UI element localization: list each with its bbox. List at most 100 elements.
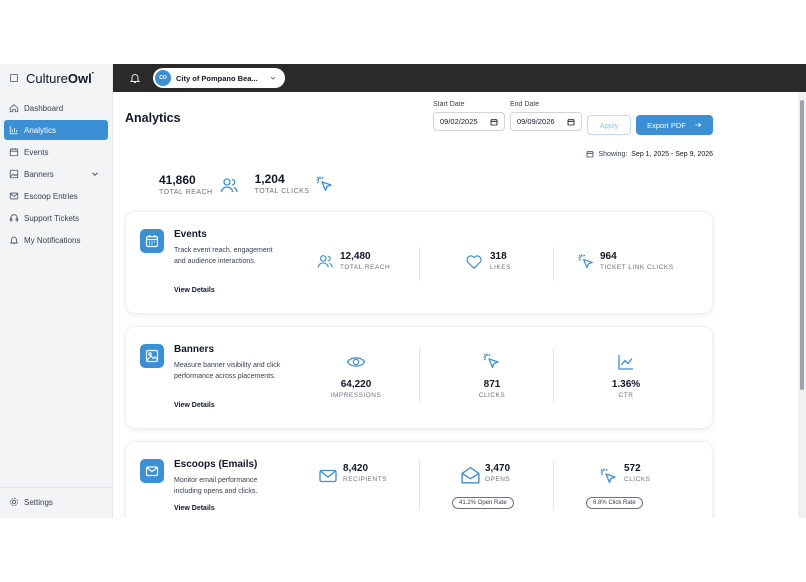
escoops-card: Escoops (Emails) Monitor email performan…	[125, 441, 713, 518]
end-date-value: 09/09/2026	[517, 117, 555, 126]
banners-card: Banners Measure banner visibility and cl…	[125, 326, 713, 429]
users-icon	[220, 178, 238, 193]
total-clicks-label: TOTAL CLICKS	[254, 188, 310, 195]
brand-name-bold: Owl	[67, 70, 92, 86]
events-card: Events Track event reach, engagement and…	[125, 211, 713, 314]
banners-clicks-metric: 871 CLICKS	[452, 379, 532, 399]
banners-impressions-metric: 64,220 IMPRESSIONS	[316, 379, 396, 399]
metric-value: 12,480	[340, 251, 371, 262]
open-rate-badge: 41.2% Open Rate	[452, 497, 514, 509]
sidebar-item-label: My Notifications	[24, 235, 81, 245]
sidebar-toggle-icon[interactable]	[10, 74, 18, 82]
escoops-clicks-metric: 572 CLICKS	[624, 463, 650, 483]
banners-view-details-link[interactable]: View Details	[174, 402, 215, 409]
end-date-group: End Date 09/09/2026	[510, 101, 582, 131]
chevron-down-icon[interactable]	[90, 169, 100, 179]
start-date-group: Start Date 09/02/2025	[433, 101, 505, 131]
sidebar-item-events[interactable]: Events	[4, 142, 108, 162]
metric-label: IMPRESSIONS	[330, 392, 382, 399]
events-ticket-clicks-metric: 964 TICKET LINK CLICKS	[600, 251, 674, 271]
notifications-bell-icon[interactable]	[129, 72, 141, 84]
banners-ctr-metric: 1.36% CTR	[586, 379, 666, 399]
escoops-view-details-link[interactable]: View Details	[174, 505, 215, 512]
metric-value: 64,220	[340, 379, 372, 390]
scrollbar-thumb[interactable]	[800, 100, 804, 390]
apply-button[interactable]: Apply	[587, 115, 631, 135]
export-pdf-button[interactable]: Export PDF	[636, 115, 713, 135]
calendar-icon	[145, 235, 159, 248]
metric-value: 318	[490, 251, 507, 262]
sidebar-item-banners[interactable]: Banners	[4, 164, 108, 184]
metric-value: 3,470	[485, 463, 511, 474]
events-reach-metric: 12,480 TOTAL REACH	[340, 251, 390, 271]
metric-divider	[553, 460, 554, 510]
org-avatar: CO	[155, 70, 171, 86]
banners-card-title: Banners	[174, 344, 215, 355]
metric-divider	[553, 247, 554, 281]
metric-value: 964	[600, 251, 617, 262]
metric-divider	[419, 247, 420, 281]
cursor-click-icon	[578, 254, 593, 269]
top-bar: CO City of Pompano Bea...	[113, 64, 806, 92]
arrow-right-icon	[695, 122, 702, 128]
metric-label: CLICKS	[624, 476, 651, 483]
metric-label: CLICKS	[478, 392, 506, 399]
metric-label: TICKET LINK CLICKS	[600, 264, 674, 271]
image-icon	[9, 169, 19, 179]
brand-logo: CultureOwl•	[26, 70, 94, 86]
bell-icon	[9, 236, 19, 245]
calendar-icon[interactable]	[567, 118, 575, 126]
sidebar-item-dashboard[interactable]: Dashboard	[4, 98, 108, 118]
home-icon	[9, 104, 19, 113]
main-scrollbar[interactable]	[798, 92, 806, 518]
sidebar-item-settings[interactable]: Settings	[4, 492, 109, 512]
sidebar-item-label: Escoop Entries	[24, 191, 78, 201]
summary-stats: 41,860 TOTAL REACH 1,204 TOTAL CLICKS	[159, 172, 334, 196]
sidebar-item-my-notifications[interactable]: My Notifications	[4, 230, 108, 250]
sidebar: CultureOwl• Dashboard Analytics Events B…	[0, 64, 113, 518]
export-pdf-label: Export PDF	[647, 120, 686, 130]
sidebar-item-analytics[interactable]: Analytics	[4, 120, 108, 140]
showing-prefix: Showing:	[598, 150, 628, 158]
sidebar-item-support-tickets[interactable]: Support Tickets	[4, 208, 108, 228]
sidebar-nav: Dashboard Analytics Events Banners Escoo…	[0, 98, 112, 250]
metric-label: TOTAL REACH	[340, 264, 391, 271]
calendar-icon[interactable]	[490, 118, 498, 126]
events-card-icon	[140, 229, 164, 253]
start-date-value: 09/02/2025	[440, 117, 478, 126]
sidebar-item-label: Support Tickets	[24, 213, 80, 223]
metric-value: 871	[483, 379, 501, 390]
mail-icon	[145, 466, 159, 477]
banners-card-icon	[140, 344, 164, 368]
end-date-label: End Date	[510, 101, 540, 108]
total-clicks-stat: 1,204 TOTAL CLICKS	[255, 172, 334, 195]
brand: CultureOwl•	[0, 64, 112, 92]
line-chart-icon	[618, 355, 633, 370]
calendar-icon	[9, 148, 19, 157]
banners-card-description: Measure banner visibility and click perf…	[174, 362, 281, 380]
metric-label: CTR	[618, 392, 634, 399]
metric-divider	[553, 347, 554, 403]
escoops-opens-metric: 3,470 OPENS	[485, 463, 510, 483]
cursor-click-icon	[600, 468, 616, 484]
escoops-card-icon	[140, 459, 164, 483]
end-date-input[interactable]: 09/09/2026	[510, 112, 582, 131]
sidebar-item-label: Analytics	[24, 125, 57, 135]
sidebar-item-label: Dashboard	[24, 103, 64, 113]
start-date-input[interactable]: 09/02/2025	[433, 112, 505, 131]
cursor-click-icon	[316, 176, 332, 191]
sidebar-item-label: Events	[24, 147, 49, 157]
events-likes-metric: 318 LIKES	[490, 251, 511, 271]
showing-range: Sep 1, 2025 - Sep 9, 2026	[631, 150, 713, 158]
sidebar-divider	[0, 487, 113, 488]
total-reach-value: 41,860	[159, 172, 196, 187]
calendar-icon	[587, 151, 594, 158]
events-view-details-link[interactable]: View Details	[174, 287, 215, 294]
sidebar-item-escoop-entries[interactable]: Escoop Entries	[4, 186, 108, 206]
mail-icon	[319, 469, 337, 483]
brand-name-light: Culture	[26, 70, 68, 86]
org-selector[interactable]: CO City of Pompano Bea...	[153, 68, 285, 88]
bar-chart-icon	[9, 126, 18, 135]
events-card-title: Events	[174, 229, 207, 240]
click-rate-badge: 6.8% Click Rate	[586, 497, 643, 509]
